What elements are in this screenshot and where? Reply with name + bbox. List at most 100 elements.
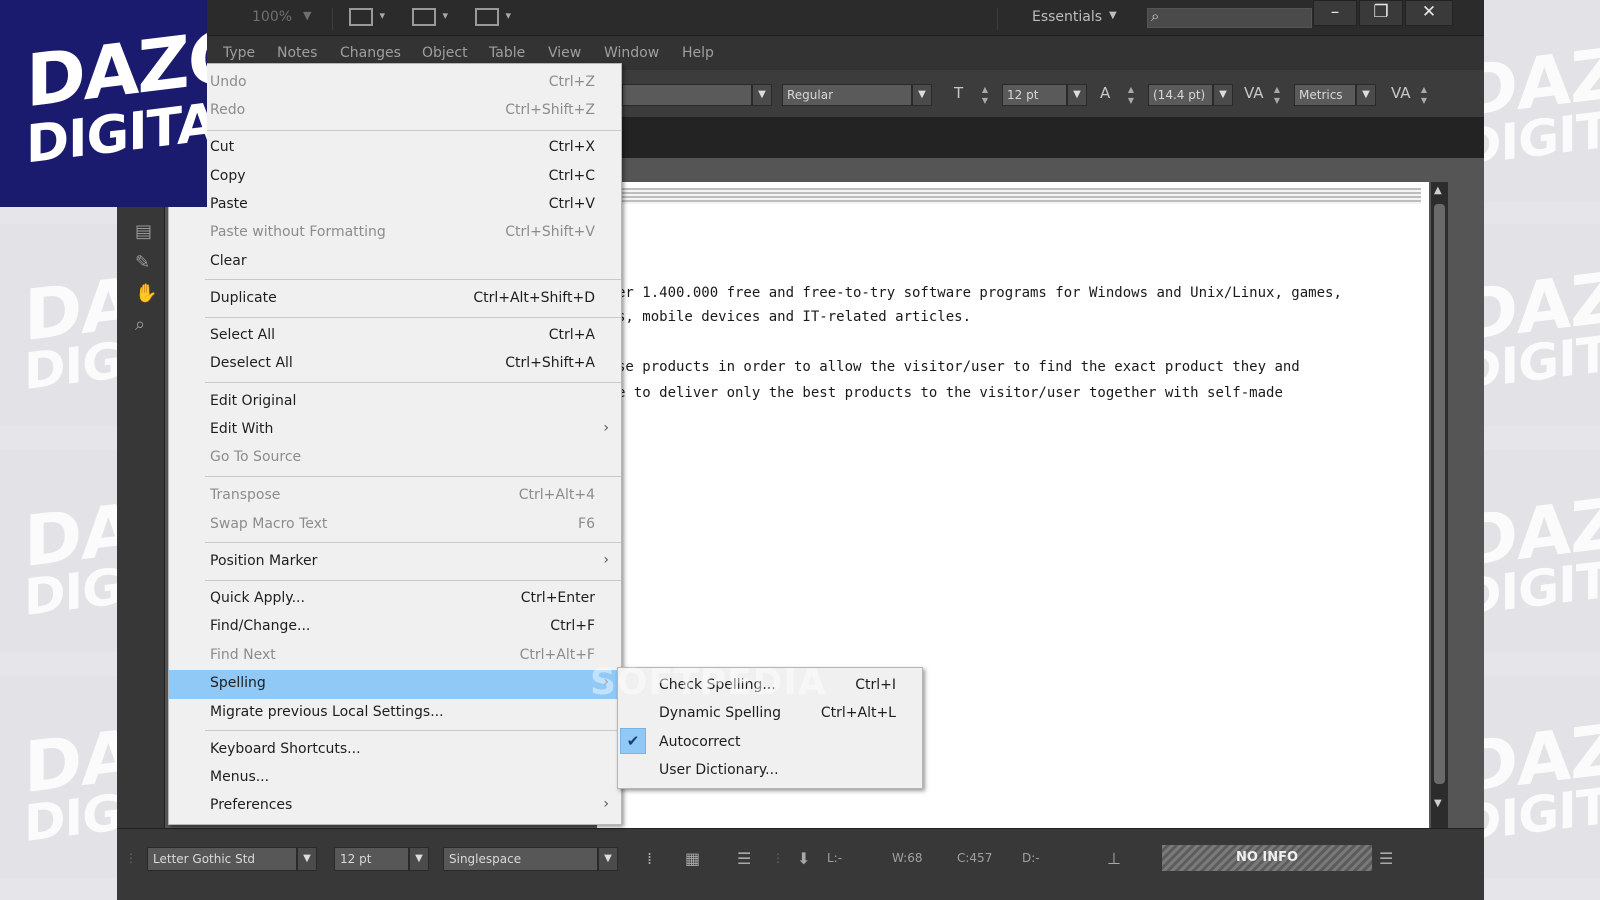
zoom-level[interactable]: 100% <box>252 9 292 25</box>
chevron-right-icon: › <box>603 420 609 436</box>
menu-item-deselect-all[interactable]: Deselect All Ctrl+Shift+A <box>169 350 621 377</box>
font-size-icon: T <box>954 84 964 102</box>
menu-item-go-to-source[interactable]: Go To Source <box>169 444 621 471</box>
menu-item-cut[interactable]: Cut Ctrl+X <box>169 134 621 161</box>
chevron-down-icon[interactable]: ▼ <box>1213 84 1233 106</box>
menu-help[interactable]: Help <box>682 45 714 61</box>
chevron-down-icon[interactable]: ▼ <box>409 847 429 871</box>
menu-item-shortcut: Ctrl+I <box>855 677 896 693</box>
chevron-down-icon[interactable]: ▼ <box>598 847 618 871</box>
text-line[interactable]: s, mobile devices and IT-related article… <box>617 309 971 325</box>
menu-item-paste-without-formatting[interactable]: Paste without Formatting Ctrl+Shift+V <box>169 219 621 246</box>
menu-item-edit-original[interactable]: Edit Original <box>169 388 621 415</box>
menu-item-preferences[interactable]: Preferences › <box>169 792 621 819</box>
chevron-down-icon[interactable]: ▼ <box>912 84 932 106</box>
chevron-down-icon[interactable]: ▼ <box>303 9 311 22</box>
status-bar: ⋮ Letter Gothic Std ▼ 12 pt ▼ Singlespac… <box>117 828 1484 900</box>
menu-item-label: Migrate previous Local Settings... <box>210 704 444 720</box>
scroll-up-icon[interactable]: ▲ <box>1434 185 1442 196</box>
font-style-field[interactable]: Regular <box>782 84 912 106</box>
menu-item-menus[interactable]: Menus... <box>169 764 621 791</box>
scroll-thumb[interactable] <box>1434 204 1445 784</box>
submenu-item-autocorrect[interactable]: ✔ Autocorrect <box>618 728 922 756</box>
menu-table[interactable]: Table <box>489 45 525 61</box>
divider <box>997 8 998 30</box>
grip-icon: ⋮ <box>125 851 137 865</box>
menu-item-position-marker[interactable]: Position Marker › <box>169 548 621 575</box>
workspace-switcher[interactable]: Essentials <box>1032 9 1102 25</box>
arrange-documents-icon[interactable] <box>475 8 511 26</box>
menu-item-swap-macro-text[interactable]: Swap Macro Text F6 <box>169 511 621 538</box>
menu-item-find-next[interactable]: Find Next Ctrl+Alt+F <box>169 642 621 669</box>
chevron-down-icon[interactable]: ▼ <box>297 847 317 871</box>
font-size-stepper[interactable]: ▲ ▼ <box>979 84 991 106</box>
vertical-scrollbar[interactable]: ▲ ▼ <box>1431 182 1448 828</box>
chevron-down-icon[interactable]: ▼ <box>752 84 772 106</box>
menu-item-shortcut: Ctrl+V <box>548 196 595 212</box>
font-family-field[interactable] <box>622 84 752 106</box>
chevron-down-icon[interactable]: ▼ <box>1067 84 1087 106</box>
copyfit-info: NO INFO <box>1162 845 1372 871</box>
menu-item-label: Duplicate <box>210 290 277 306</box>
leading-field[interactable]: (14.4 pt) <box>1148 84 1213 106</box>
menu-view[interactable]: View <box>548 45 581 61</box>
menu-item-spelling[interactable]: Spelling › <box>169 670 621 699</box>
font-size-field[interactable]: 12 pt <box>1002 84 1067 106</box>
search-input[interactable] <box>1147 8 1312 28</box>
menu-item-select-all[interactable]: Select All Ctrl+A <box>169 322 621 349</box>
line-numbers-icon[interactable]: ⁞ <box>647 849 652 868</box>
view-options-icon[interactable] <box>349 8 385 26</box>
chevron-down-icon[interactable]: ▼ <box>1109 10 1117 21</box>
menu-item-undo[interactable]: Undo Ctrl+Z <box>169 69 621 96</box>
submenu-item-dynamic-spelling[interactable]: Dynamic Spelling Ctrl+Alt+L <box>618 699 922 727</box>
restore-button[interactable]: ❐ <box>1359 0 1403 26</box>
hand-tool-icon[interactable]: ✋ <box>135 283 157 304</box>
tracking-stepper[interactable]: ▲ ▼ <box>1418 84 1430 106</box>
text-line[interactable]: e to deliver only the best products to t… <box>617 385 1283 401</box>
eyedropper-icon[interactable]: ✎ <box>135 252 150 273</box>
note-tool-icon[interactable]: ▤ <box>135 221 152 242</box>
softpedia-watermark: SOFTPEDIA <box>590 662 827 703</box>
kerning-stepper[interactable]: ▲ ▼ <box>1271 84 1283 106</box>
submenu-item-user-dictionary[interactable]: User Dictionary... <box>618 756 922 784</box>
menu-item-paste[interactable]: Paste Ctrl+V <box>169 191 621 218</box>
menu-item-keyboard-shortcuts[interactable]: Keyboard Shortcuts... <box>169 736 621 763</box>
menu-changes[interactable]: Changes <box>340 45 401 61</box>
zoom-tool-icon[interactable]: ⌕ <box>135 314 145 335</box>
kerning-field[interactable]: Metrics <box>1294 84 1356 106</box>
menu-notes[interactable]: Notes <box>277 45 317 61</box>
minimize-button[interactable]: – <box>1313 0 1357 26</box>
menu-type[interactable]: Type <box>223 45 255 61</box>
menu-item-edit-with[interactable]: Edit With › <box>169 416 621 443</box>
size-field[interactable]: 12 pt <box>334 847 409 871</box>
screen-mode-icon[interactable] <box>412 8 448 26</box>
menu-icon[interactable]: ☰ <box>737 849 751 868</box>
menu-icon[interactable]: ☰ <box>1379 849 1393 868</box>
text-line[interactable]: se products in order to allow the visito… <box>617 359 1300 375</box>
menu-item-label: Paste without Formatting <box>210 224 386 240</box>
chevron-down-icon[interactable]: ▼ <box>1356 84 1376 106</box>
leading-icon: A <box>1100 84 1111 102</box>
menu-item-shortcut: Ctrl+Shift+V <box>505 224 595 240</box>
menu-item-migrate-settings[interactable]: Migrate previous Local Settings... <box>169 699 621 726</box>
menu-item-transpose[interactable]: Transpose Ctrl+Alt+4 <box>169 482 621 509</box>
menu-item-quick-apply[interactable]: Quick Apply... Ctrl+Enter <box>169 585 621 612</box>
leading-stepper[interactable]: ▲ ▼ <box>1125 84 1137 106</box>
close-button[interactable]: ✕ <box>1405 0 1453 26</box>
scroll-down-icon[interactable]: ▼ <box>1434 798 1442 809</box>
menu-item-redo[interactable]: Redo Ctrl+Shift+Z <box>169 97 621 124</box>
menu-item-find-change[interactable]: Find/Change... Ctrl+F <box>169 613 621 640</box>
layout-view-icon[interactable]: ▦ <box>685 849 700 868</box>
menu-window[interactable]: Window <box>604 45 659 61</box>
spacing-field[interactable]: Singlespace <box>443 847 598 871</box>
watermark-tile: DAZG DIGITAL <box>1484 676 1600 878</box>
menu-item-clear[interactable]: Clear <box>169 248 621 275</box>
menu-item-label: Dynamic Spelling <box>659 705 782 721</box>
text-line[interactable]: er 1.400.000 free and free-to-try softwa… <box>617 285 1342 301</box>
menu-object[interactable]: Object <box>422 45 468 61</box>
watermark-tile: DAZG DIGITAL <box>0 676 117 878</box>
copyfit-icon[interactable]: ⊥ <box>1107 849 1121 868</box>
font-field[interactable]: Letter Gothic Std <box>147 847 297 871</box>
menu-item-copy[interactable]: Copy Ctrl+C <box>169 163 621 190</box>
menu-item-duplicate[interactable]: Duplicate Ctrl+Alt+Shift+D <box>169 285 621 312</box>
